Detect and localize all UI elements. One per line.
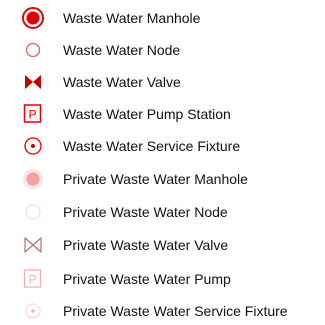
private-manhole-icon	[20, 167, 46, 191]
legend-label: Private Waste Water Pump	[63, 271, 231, 287]
legend-label: Waste Water Valve	[63, 74, 181, 90]
legend-item-private-waste-water-service-fixture: Private Waste Water Service Fixture	[0, 299, 325, 323]
legend-label: Private Waste Water Manhole	[63, 171, 248, 187]
legend-item-waste-water-pump-station: P Waste Water Pump Station	[0, 102, 325, 126]
legend-label: Waste Water Node	[63, 42, 181, 58]
private-valve-icon	[20, 233, 46, 257]
legend-item-waste-water-service-fixture: Waste Water Service Fixture	[0, 134, 325, 158]
legend-label: Private Waste Water Valve	[63, 237, 229, 253]
legend-label: Waste Water Pump Station	[63, 106, 231, 122]
legend-item-waste-water-node: Waste Water Node	[0, 38, 325, 62]
manhole-icon	[20, 6, 46, 30]
legend-item-waste-water-valve: Waste Water Valve	[0, 70, 325, 94]
svg-text:P: P	[28, 108, 36, 122]
legend: Waste Water Manhole Waste Water Node Was…	[0, 0, 325, 325]
legend-item-private-waste-water-manhole: Private Waste Water Manhole	[0, 167, 325, 191]
svg-text:P: P	[28, 273, 36, 287]
private-node-icon	[20, 200, 46, 224]
private-pump-icon: P	[20, 267, 46, 291]
legend-item-private-waste-water-valve: Private Waste Water Valve	[0, 233, 325, 257]
node-icon	[20, 38, 46, 62]
valve-icon	[20, 70, 46, 94]
legend-label: Private Waste Water Service Fixture	[63, 303, 288, 319]
legend-label: Waste Water Service Fixture	[63, 138, 241, 154]
legend-item-private-waste-water-node: Private Waste Water Node	[0, 200, 325, 224]
legend-label: Private Waste Water Node	[63, 204, 228, 220]
private-service-fixture-icon	[20, 299, 46, 323]
legend-item-waste-water-manhole: Waste Water Manhole	[0, 6, 325, 30]
service-fixture-icon	[20, 134, 46, 158]
pump-station-icon: P	[20, 102, 46, 126]
legend-label: Waste Water Manhole	[63, 10, 201, 26]
legend-item-private-waste-water-pump: P Private Waste Water Pump	[0, 267, 325, 291]
